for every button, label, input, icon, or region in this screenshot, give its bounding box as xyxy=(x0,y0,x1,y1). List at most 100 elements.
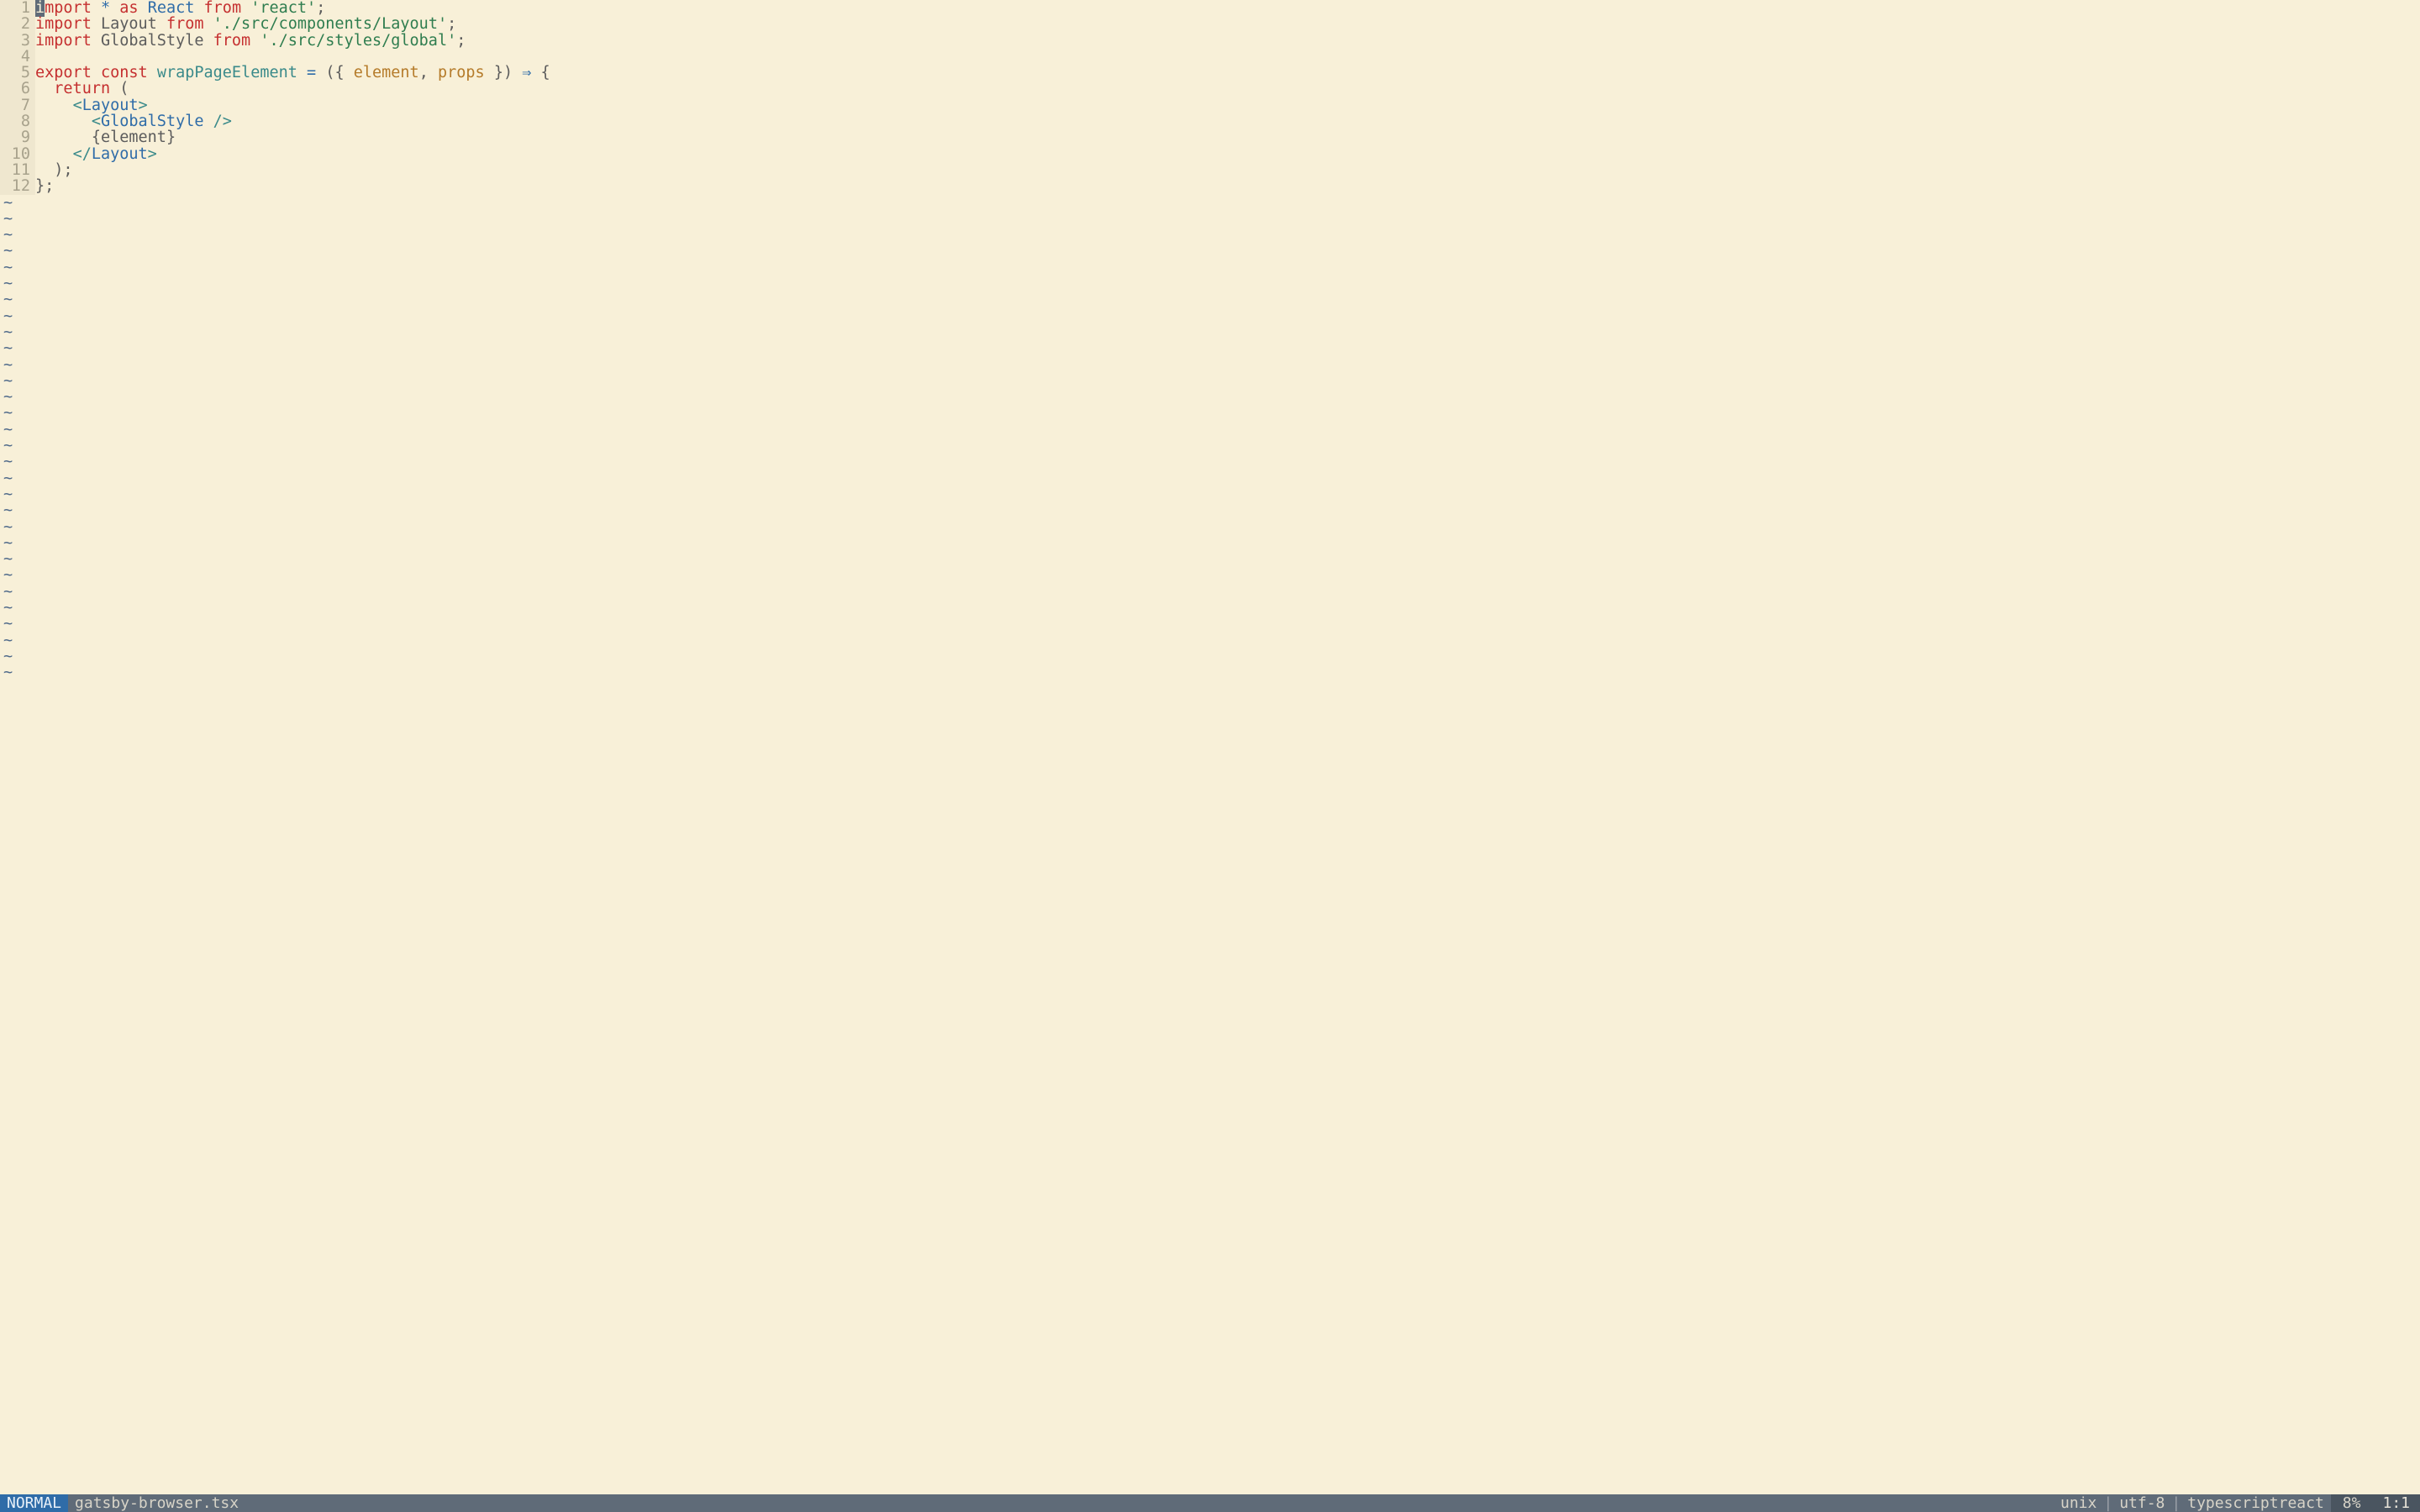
code-content[interactable]: import GlobalStyle from './src/styles/gl… xyxy=(35,33,466,49)
tilde-marker: ~ xyxy=(0,633,13,648)
code-line[interactable]: 2import Layout from './src/components/La… xyxy=(0,16,2420,32)
empty-line: ~ xyxy=(0,616,2420,632)
statusbar-spacer xyxy=(245,1494,2054,1512)
code-content[interactable]: import Layout from './src/components/Lay… xyxy=(35,16,456,32)
empty-line: ~ xyxy=(0,276,2420,291)
tilde-marker: ~ xyxy=(0,664,13,680)
tilde-marker: ~ xyxy=(0,243,13,259)
line-number: 5 xyxy=(0,65,35,81)
code-line[interactable]: 10 </Layout> xyxy=(0,146,2420,162)
code-line[interactable]: 3import GlobalStyle from './src/styles/g… xyxy=(0,33,2420,49)
line-number: 1 xyxy=(0,0,35,16)
tilde-marker: ~ xyxy=(0,584,13,600)
tilde-marker: ~ xyxy=(0,276,13,291)
tilde-marker: ~ xyxy=(0,486,13,502)
code-buffer[interactable]: 1import * as React from 'react';2import … xyxy=(0,0,2420,1494)
line-number: 6 xyxy=(0,81,35,97)
empty-line: ~ xyxy=(0,664,2420,680)
code-line[interactable]: 9 {element} xyxy=(0,129,2420,145)
tilde-marker: ~ xyxy=(0,405,13,421)
code-line[interactable]: 12}; xyxy=(0,178,2420,194)
tilde-marker: ~ xyxy=(0,373,13,389)
empty-line: ~ xyxy=(0,260,2420,276)
code-content[interactable]: }; xyxy=(35,178,54,194)
empty-line: ~ xyxy=(0,454,2420,470)
tilde-marker: ~ xyxy=(0,324,13,340)
empty-line: ~ xyxy=(0,389,2420,405)
line-number: 7 xyxy=(0,97,35,113)
tilde-marker: ~ xyxy=(0,454,13,470)
empty-line: ~ xyxy=(0,357,2420,373)
code-line[interactable]: 6 return ( xyxy=(0,81,2420,97)
empty-line: ~ xyxy=(0,502,2420,518)
tilde-marker: ~ xyxy=(0,648,13,664)
tilde-marker: ~ xyxy=(0,535,13,551)
code-content[interactable]: </Layout> xyxy=(35,146,157,162)
code-content[interactable]: <GlobalStyle /> xyxy=(35,113,232,129)
tilde-marker: ~ xyxy=(0,291,13,307)
empty-line: ~ xyxy=(0,308,2420,324)
tilde-marker: ~ xyxy=(0,195,13,211)
filetype-label: typescriptreact xyxy=(2181,1494,2331,1512)
tilde-marker: ~ xyxy=(0,308,13,324)
empty-line: ~ xyxy=(0,291,2420,307)
code-content[interactable]: return ( xyxy=(35,81,129,97)
encoding-label: utf-8 xyxy=(2112,1494,2171,1512)
empty-line: ~ xyxy=(0,340,2420,356)
tilde-marker: ~ xyxy=(0,340,13,356)
tilde-marker: ~ xyxy=(0,422,13,438)
empty-line: ~ xyxy=(0,551,2420,567)
empty-line: ~ xyxy=(0,519,2420,535)
code-line[interactable]: 11 ); xyxy=(0,162,2420,178)
empty-line: ~ xyxy=(0,211,2420,227)
empty-line: ~ xyxy=(0,324,2420,340)
empty-line: ~ xyxy=(0,438,2420,454)
status-bar: NORMAL gatsby-browser.tsx unix | utf-8 |… xyxy=(0,1494,2420,1512)
tilde-marker: ~ xyxy=(0,227,13,243)
code-content[interactable]: export const wrapPageElement = ({ elemen… xyxy=(35,65,550,81)
tilde-marker: ~ xyxy=(0,211,13,227)
tilde-marker: ~ xyxy=(0,567,13,583)
statusbar-separator: | xyxy=(2103,1494,2112,1512)
tilde-marker: ~ xyxy=(0,551,13,567)
code-line[interactable]: 5export const wrapPageElement = ({ eleme… xyxy=(0,65,2420,81)
code-content[interactable]: import * as React from 'react'; xyxy=(35,0,325,16)
empty-line: ~ xyxy=(0,470,2420,486)
tilde-marker: ~ xyxy=(0,389,13,405)
statusbar-separator: | xyxy=(2171,1494,2181,1512)
tilde-marker: ~ xyxy=(0,357,13,373)
empty-line: ~ xyxy=(0,422,2420,438)
line-number: 8 xyxy=(0,113,35,129)
line-number: 3 xyxy=(0,33,35,49)
empty-line: ~ xyxy=(0,567,2420,583)
empty-line: ~ xyxy=(0,405,2420,421)
tilde-marker: ~ xyxy=(0,260,13,276)
code-content[interactable]: <Layout> xyxy=(35,97,148,113)
code-content[interactable]: {element} xyxy=(35,129,176,145)
code-content[interactable]: ); xyxy=(35,162,73,178)
fileformat-label: unix xyxy=(2054,1494,2103,1512)
code-line[interactable]: 4 xyxy=(0,49,2420,65)
empty-line: ~ xyxy=(0,486,2420,502)
line-number: 4 xyxy=(0,49,35,65)
empty-line: ~ xyxy=(0,535,2420,551)
line-number: 11 xyxy=(0,162,35,178)
empty-line: ~ xyxy=(0,243,2420,259)
code-line[interactable]: 7 <Layout> xyxy=(0,97,2420,113)
vim-mode-indicator: NORMAL xyxy=(0,1494,68,1512)
empty-line: ~ xyxy=(0,648,2420,664)
code-line[interactable]: 1import * as React from 'react'; xyxy=(0,0,2420,16)
code-line[interactable]: 8 <GlobalStyle /> xyxy=(0,113,2420,129)
line-number: 10 xyxy=(0,146,35,162)
tilde-marker: ~ xyxy=(0,616,13,632)
tilde-marker: ~ xyxy=(0,600,13,616)
tilde-marker: ~ xyxy=(0,438,13,454)
editor-root: 1import * as React from 'react';2import … xyxy=(0,0,2420,1512)
tilde-marker: ~ xyxy=(0,470,13,486)
statusbar-right: unix | utf-8 | typescriptreact 8% 1:1 xyxy=(2054,1494,2420,1512)
empty-line: ~ xyxy=(0,227,2420,243)
scroll-percent-label: 8% xyxy=(2331,1494,2373,1512)
line-number: 2 xyxy=(0,16,35,32)
empty-line: ~ xyxy=(0,195,2420,211)
empty-line: ~ xyxy=(0,373,2420,389)
